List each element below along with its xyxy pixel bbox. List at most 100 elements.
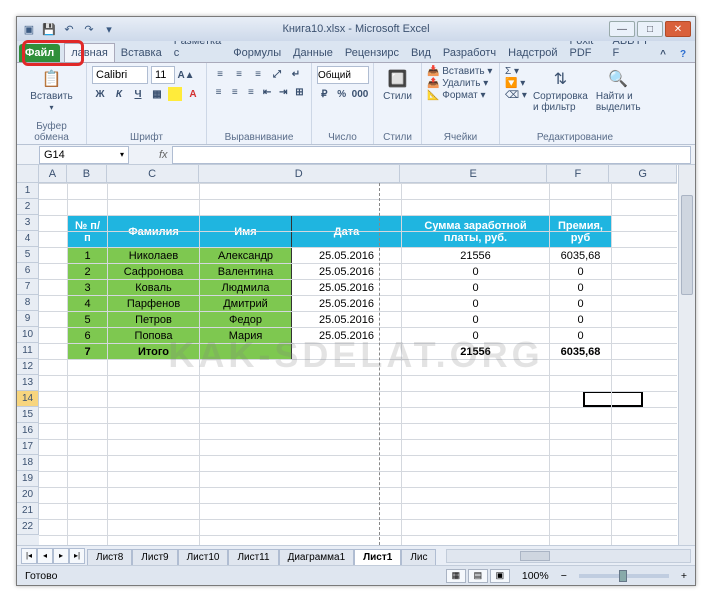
sheet-tab[interactable]: Лист11 [228,549,278,565]
minimize-button[interactable]: — [609,21,635,37]
close-button[interactable]: ✕ [665,21,691,37]
zoom-in-icon[interactable]: + [681,570,687,582]
tab-review[interactable]: Рецензирс [339,44,405,62]
sheet-tab[interactable]: Лис [401,549,436,565]
comma-icon[interactable]: 000 [352,86,368,102]
find-select-button[interactable]: 🔍 Найти и выделить [594,66,643,115]
tab-developer[interactable]: Разработч [437,44,502,62]
italic-icon[interactable]: К [111,86,127,102]
tab-addins[interactable]: Надстрой [502,44,563,62]
column-headers[interactable]: ABCDEFG [39,165,677,183]
sheet-tab[interactable]: Диаграмма1 [279,549,355,565]
spreadsheet-grid[interactable]: ABCDEFG 12345678910111213141516171819202… [17,165,695,545]
clear-button[interactable]: ⌫ ▾ [505,90,527,101]
tab-insert[interactable]: Вставка [115,44,168,62]
col-header-F[interactable]: F [547,165,609,183]
row-header-18[interactable]: 18 [17,455,39,471]
row-header-4[interactable]: 4 [17,231,39,247]
col-header-D[interactable]: D [199,165,400,183]
sheet-nav-last[interactable]: ▸| [69,548,85,564]
formula-bar[interactable] [172,146,691,164]
row-header-15[interactable]: 15 [17,407,39,423]
save-icon[interactable]: 💾 [41,21,57,37]
align-center-icon[interactable]: ≡ [228,84,241,100]
align-mid-icon[interactable]: ≡ [231,66,247,82]
paste-button[interactable]: 📋 Вставить ▾ [22,66,81,114]
tab-home[interactable]: лавная [64,43,115,62]
row-header-2[interactable]: 2 [17,199,39,215]
row-header-6[interactable]: 6 [17,263,39,279]
fill-color-icon[interactable] [168,87,182,101]
cells-area[interactable]: № п/п Фамилия Имя Дата Сумма заработной … [39,183,677,545]
row-header-22[interactable]: 22 [17,519,39,535]
row-header-14[interactable]: 14 [17,391,39,407]
qat-dropdown-icon[interactable]: ▾ [101,21,117,37]
tab-data[interactable]: Данные [287,44,339,62]
row-header-3[interactable]: 3 [17,215,39,231]
name-box[interactable]: G14▾ [39,146,129,164]
indent-inc-icon[interactable]: ⇥ [277,84,290,100]
row-header-19[interactable]: 19 [17,471,39,487]
redo-icon[interactable]: ↷ [81,21,97,37]
indent-dec-icon[interactable]: ⇤ [261,84,274,100]
row-header-17[interactable]: 17 [17,439,39,455]
insert-cells-button[interactable]: 📥 Вставить ▾ [427,66,492,77]
tab-formulas[interactable]: Формулы [227,44,287,62]
row-headers[interactable]: 12345678910111213141516171819202122 [17,183,39,545]
format-cells-button[interactable]: 📐 Формат ▾ [427,90,486,101]
row-header-12[interactable]: 12 [17,359,39,375]
col-header-C[interactable]: C [107,165,199,183]
zoom-level[interactable]: 100% [522,570,549,582]
view-pagebreak-icon[interactable]: ▣ [490,569,510,583]
row-header-7[interactable]: 7 [17,279,39,295]
zoom-out-icon[interactable]: − [561,570,567,582]
row-header-21[interactable]: 21 [17,503,39,519]
sheet-nav-first[interactable]: |◂ [21,548,37,564]
sheet-nav-prev[interactable]: ◂ [37,548,53,564]
sheet-nav-next[interactable]: ▸ [53,548,69,564]
sheet-tab[interactable]: Лист9 [132,549,177,565]
border-icon[interactable]: ▦ [149,86,165,102]
number-format-input[interactable] [317,66,369,84]
align-top-icon[interactable]: ≡ [212,66,228,82]
tab-file[interactable]: Файл [19,44,60,62]
view-layout-icon[interactable]: ▤ [468,569,488,583]
font-name-input[interactable] [92,66,148,84]
align-left-icon[interactable]: ≡ [212,84,225,100]
sheet-tab[interactable]: Лист10 [178,549,229,565]
currency-icon[interactable]: ₽ [317,86,332,102]
zoom-slider[interactable] [579,574,669,578]
styles-button[interactable]: 🔲 Стили [379,66,416,104]
font-size-input[interactable] [151,66,175,84]
ribbon-minimize-icon[interactable]: ^ [655,46,671,62]
row-header-8[interactable]: 8 [17,295,39,311]
col-header-E[interactable]: E [400,165,548,183]
view-normal-icon[interactable]: ▦ [446,569,466,583]
bold-icon[interactable]: Ж [92,86,108,102]
row-header-20[interactable]: 20 [17,487,39,503]
merge-icon[interactable]: ⊞ [293,84,306,100]
row-header-16[interactable]: 16 [17,423,39,439]
maximize-button[interactable]: □ [637,21,663,37]
col-header-B[interactable]: B [67,165,107,183]
underline-icon[interactable]: Ч [130,86,146,102]
col-header-A[interactable]: A [39,165,67,183]
wrap-icon[interactable]: ↵ [288,66,304,82]
row-header-13[interactable]: 13 [17,375,39,391]
horizontal-scrollbar[interactable] [446,549,691,563]
font-color-icon[interactable]: A [185,86,201,102]
select-all-corner[interactable] [17,165,39,183]
row-header-11[interactable]: 11 [17,343,39,359]
row-header-10[interactable]: 10 [17,327,39,343]
vertical-scrollbar[interactable] [678,165,695,545]
sheet-tab[interactable]: Лист1 [354,549,401,565]
delete-cells-button[interactable]: 📤 Удалить ▾ [427,78,488,89]
orientation-icon[interactable]: ⤢ [269,66,285,82]
col-header-G[interactable]: G [609,165,677,183]
sheet-tab[interactable]: Лист8 [87,549,132,565]
fill-button[interactable]: 🔽 ▾ [505,78,527,89]
align-bot-icon[interactable]: ≡ [250,66,266,82]
percent-icon[interactable]: % [335,86,350,102]
row-header-5[interactable]: 5 [17,247,39,263]
row-header-1[interactable]: 1 [17,183,39,199]
